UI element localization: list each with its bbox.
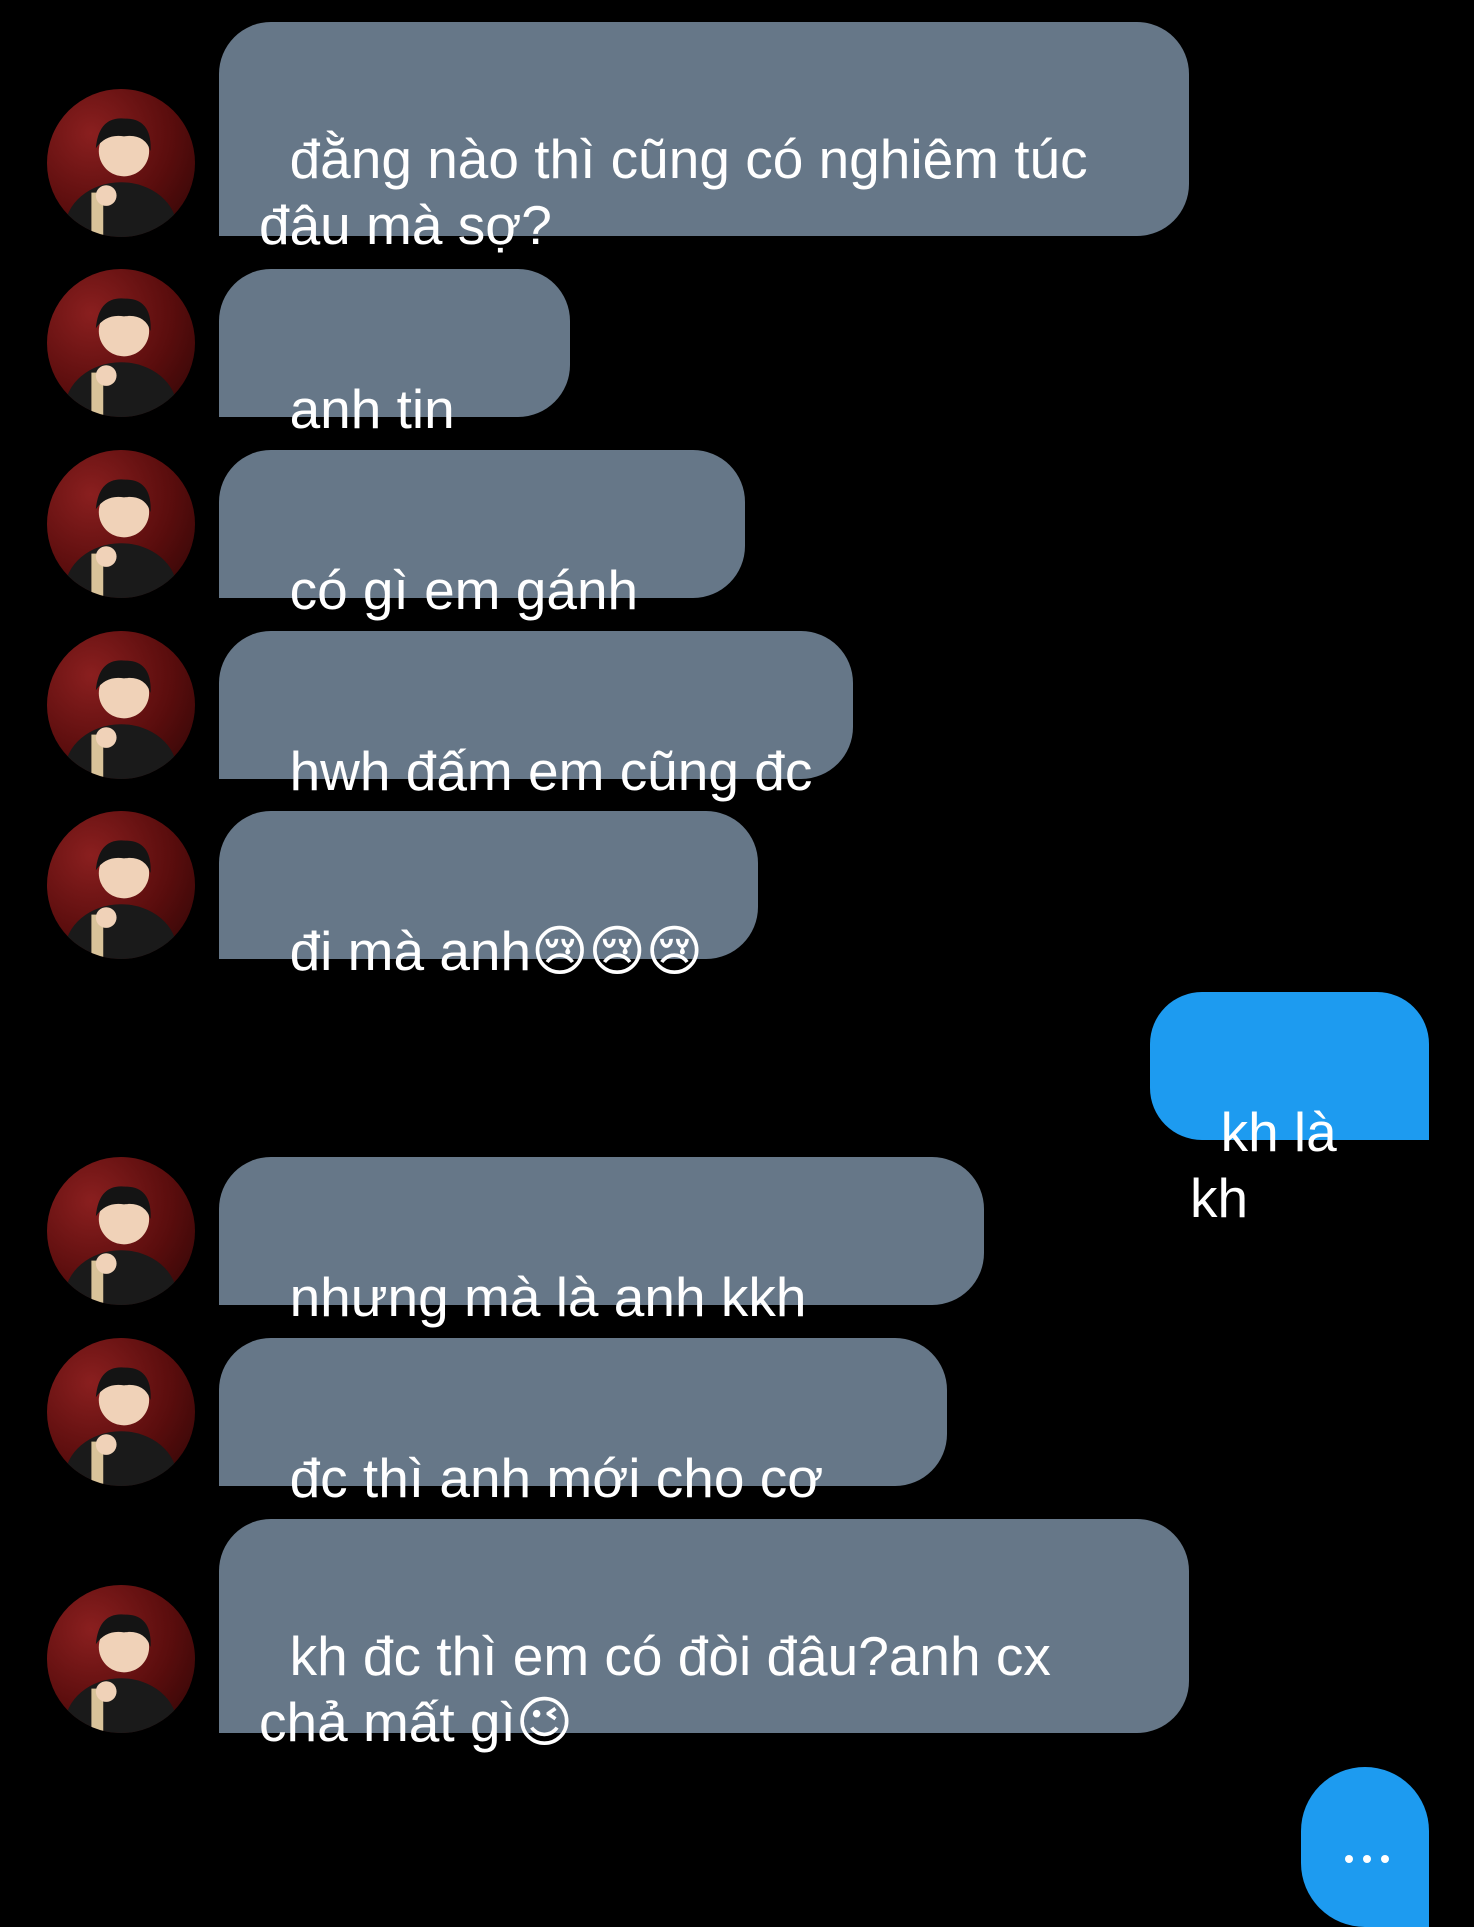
winking-face-emoji-icon: 😉: [515, 1690, 574, 1754]
contact-avatar[interactable]: [47, 1585, 195, 1733]
contact-avatar[interactable]: [47, 1157, 195, 1305]
avatar-photo-icon: [64, 660, 178, 779]
avatar-photo-icon: [64, 1614, 178, 1733]
contact-avatar[interactable]: [47, 450, 195, 598]
avatar-photo-icon: [64, 118, 178, 237]
avatar-photo-icon: [64, 840, 178, 959]
message-text: kh đc thì em có đòi đâu?anh cx chả mất g…: [259, 1625, 1051, 1753]
incoming-message[interactable]: đc thì anh mới cho cơ mà: [219, 1338, 947, 1575]
contact-avatar[interactable]: [47, 811, 195, 959]
message-text: đằng nào thì cũng có nghiêm túc đâu mà s…: [259, 128, 1088, 256]
message-text: đi mà anh: [289, 920, 532, 982]
avatar-photo-icon: [64, 1186, 178, 1305]
message-text: hwh đấm em cũng đc: [289, 740, 813, 802]
ellipsis-icon: [1345, 1855, 1389, 1863]
contact-avatar[interactable]: [47, 269, 195, 417]
incoming-message[interactable]: kh đc thì em có đòi đâu?anh cx chả mất g…: [219, 1519, 1189, 1754]
incoming-message[interactable]: hwh đấm em cũng đc: [219, 631, 853, 802]
contact-avatar[interactable]: [47, 1338, 195, 1486]
incoming-message[interactable]: đằng nào thì cũng có nghiêm túc đâu mà s…: [219, 22, 1189, 256]
incoming-message[interactable]: anh tin em: [219, 269, 570, 506]
typing-indicator: [1301, 1767, 1429, 1927]
crying-face-emoji-icon: 😢😢😢: [531, 919, 704, 983]
avatar-photo-icon: [64, 298, 178, 417]
incoming-message[interactable]: nhưng mà là anh kkh đấy...: [219, 1157, 984, 1394]
message-text: kh là kh: [1190, 1101, 1353, 1229]
avatar-photo-icon: [64, 1367, 178, 1486]
contact-avatar[interactable]: [47, 89, 195, 237]
contact-avatar[interactable]: [47, 631, 195, 779]
incoming-message[interactable]: đi mà anh😢😢😢: [219, 811, 758, 983]
avatar-photo-icon: [64, 479, 178, 598]
outgoing-message[interactable]: kh là kh: [1150, 992, 1429, 1229]
incoming-message[interactable]: có gì em gánh tất: [219, 450, 745, 687]
